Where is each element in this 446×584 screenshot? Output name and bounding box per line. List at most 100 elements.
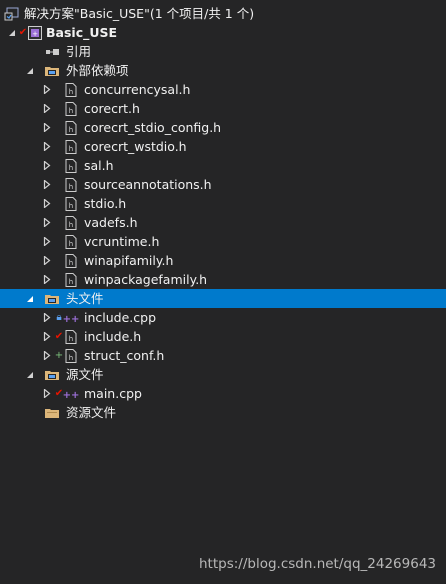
source-files-node[interactable]: 源文件	[0, 365, 446, 384]
cpp-file-icon: ++	[63, 384, 79, 403]
expanded-arrow-icon[interactable]	[24, 365, 36, 384]
file-name: winpackagefamily.h	[84, 272, 208, 287]
collapsed-arrow-icon[interactable]	[41, 270, 53, 289]
svg-text:h: h	[69, 126, 73, 134]
project-name: Basic_USE	[46, 25, 118, 40]
dependency-file-row[interactable]: h corecrt.h	[0, 99, 446, 118]
expanded-arrow-icon[interactable]	[24, 61, 36, 80]
cpp-file-icon: ++	[63, 308, 79, 327]
file-name: corecrt.h	[84, 101, 140, 116]
svg-text:h: h	[69, 88, 73, 96]
dependency-file-row[interactable]: h vadefs.h	[0, 213, 446, 232]
file-name: sourceannotations.h	[84, 177, 212, 192]
file-name: concurrencysal.h	[84, 82, 191, 97]
svg-text:h: h	[69, 354, 73, 362]
filter-folder-icon	[44, 289, 60, 308]
filter-folder-icon	[44, 61, 60, 80]
dependency-file-row[interactable]: h winapifamily.h	[0, 251, 446, 270]
svg-text:++: ++	[63, 390, 79, 401]
external-deps-label: 外部依赖项	[66, 63, 129, 78]
svg-text:h: h	[69, 278, 73, 286]
file-name: main.cpp	[84, 386, 142, 401]
source-file-row[interactable]: ✔ ++ main.cpp	[0, 384, 446, 403]
svg-text:h: h	[69, 107, 73, 115]
svg-text:h: h	[69, 240, 73, 248]
cpp-project-icon: +	[27, 23, 43, 42]
svg-text:h: h	[69, 221, 73, 229]
svg-text:h: h	[69, 259, 73, 267]
file-name: corecrt_wstdio.h	[84, 139, 187, 154]
solution-node[interactable]: 解决方案"Basic_USE"(1 个项目/共 1 个)	[0, 4, 446, 23]
collapsed-arrow-icon[interactable]	[41, 118, 53, 137]
dependency-file-row[interactable]: h corecrt_stdio_config.h	[0, 118, 446, 137]
file-name: stdio.h	[84, 196, 127, 211]
header-file-icon: h	[63, 251, 79, 270]
svg-text:h: h	[69, 164, 73, 172]
svg-text:h: h	[69, 145, 73, 153]
svg-text:h: h	[69, 202, 73, 210]
svg-text:h: h	[69, 183, 73, 191]
header-file-icon: h	[63, 232, 79, 251]
dependency-file-row[interactable]: h stdio.h	[0, 194, 446, 213]
source-files-label: 源文件	[66, 367, 104, 382]
file-name: struct_conf.h	[84, 348, 165, 363]
dependency-file-row[interactable]: h sourceannotations.h	[0, 175, 446, 194]
header-file-icon: h	[63, 156, 79, 175]
file-name: include.cpp	[84, 310, 157, 325]
file-name: winapifamily.h	[84, 253, 174, 268]
header-file-icon: h	[63, 213, 79, 232]
header-file-row[interactable]: ✔ h include.h	[0, 327, 446, 346]
svg-text:h: h	[69, 335, 73, 343]
solution-icon	[4, 4, 20, 23]
resource-files-node[interactable]: 资源文件	[0, 403, 446, 422]
collapsed-arrow-icon[interactable]	[41, 251, 53, 270]
collapsed-arrow-icon[interactable]	[41, 232, 53, 251]
references-node[interactable]: 引用	[0, 42, 446, 61]
project-node[interactable]: ✔ + Basic_USE	[0, 23, 446, 42]
header-file-icon: h	[63, 118, 79, 137]
collapsed-arrow-icon[interactable]	[41, 308, 53, 327]
file-name: corecrt_stdio_config.h	[84, 120, 222, 135]
solution-explorer-tree: 解决方案"Basic_USE"(1 个项目/共 1 个) ✔ + Basic_U…	[0, 4, 446, 422]
header-file-icon: h	[63, 99, 79, 118]
header-file-icon: h	[63, 194, 79, 213]
dependency-file-row[interactable]: h sal.h	[0, 156, 446, 175]
expanded-arrow-icon[interactable]	[24, 289, 36, 308]
collapsed-arrow-icon[interactable]	[41, 175, 53, 194]
collapsed-arrow-icon[interactable]	[41, 346, 53, 365]
header-file-icon: h	[63, 175, 79, 194]
file-name: include.h	[84, 329, 142, 344]
header-file-row[interactable]: 🔒︎ ++ include.cpp	[0, 308, 446, 327]
dependency-file-row[interactable]: h winpackagefamily.h	[0, 270, 446, 289]
header-file-icon: h	[63, 270, 79, 289]
collapsed-arrow-icon[interactable]	[41, 327, 53, 346]
solution-title: 解决方案"Basic_USE"(1 个项目/共 1 个)	[24, 6, 255, 21]
svg-text:+: +	[32, 30, 38, 38]
collapsed-arrow-icon[interactable]	[41, 156, 53, 175]
header-file-icon: h	[63, 80, 79, 99]
collapsed-arrow-icon[interactable]	[41, 384, 53, 403]
collapsed-arrow-icon[interactable]	[41, 137, 53, 156]
collapsed-arrow-icon[interactable]	[41, 99, 53, 118]
collapsed-arrow-icon[interactable]	[41, 80, 53, 99]
header-files-node[interactable]: 头文件	[0, 289, 446, 308]
header-file-icon: h	[63, 327, 79, 346]
collapsed-arrow-icon[interactable]	[41, 194, 53, 213]
dependency-file-row[interactable]: h concurrencysal.h	[0, 80, 446, 99]
header-files-label: 头文件	[66, 291, 104, 306]
file-name: vadefs.h	[84, 215, 138, 230]
dependency-file-row[interactable]: h vcruntime.h	[0, 232, 446, 251]
expanded-arrow-icon[interactable]	[6, 23, 18, 42]
file-name: sal.h	[84, 158, 114, 173]
external-deps-node[interactable]: 外部依赖项	[0, 61, 446, 80]
header-file-row[interactable]: + h struct_conf.h	[0, 346, 446, 365]
watermark-url: https://blog.csdn.net/qq_24269643	[198, 556, 436, 572]
filter-folder-icon	[44, 365, 60, 384]
references-icon	[44, 42, 60, 61]
svg-text:++: ++	[63, 314, 79, 325]
folder-icon	[44, 403, 60, 422]
file-name: vcruntime.h	[84, 234, 160, 249]
references-label: 引用	[66, 44, 92, 59]
collapsed-arrow-icon[interactable]	[41, 213, 53, 232]
dependency-file-row[interactable]: h corecrt_wstdio.h	[0, 137, 446, 156]
